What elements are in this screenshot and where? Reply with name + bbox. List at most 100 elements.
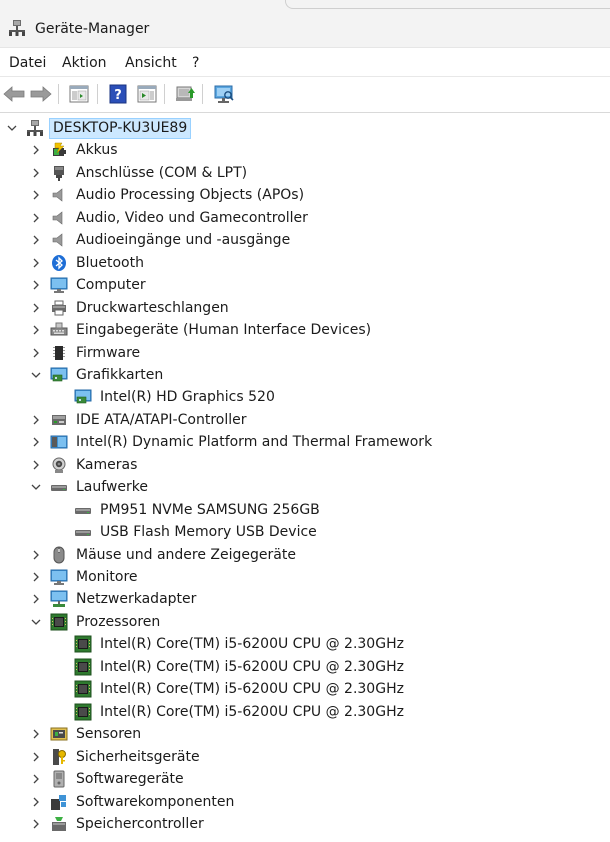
- chevron-right-icon[interactable]: [28, 142, 44, 158]
- chevron-right-icon[interactable]: [28, 591, 44, 607]
- title-bar-edge: [285, 0, 610, 9]
- tree-category[interactable]: Laufwerke: [0, 476, 610, 498]
- tree-item-label: Mäuse und andere Zeigegeräte: [76, 546, 296, 563]
- tree-category[interactable]: Audioeingänge und -ausgänge: [0, 229, 610, 251]
- tree-device[interactable]: PM951 NVMe SAMSUNG 256GB: [0, 499, 610, 521]
- toolbar-separator: [58, 84, 59, 104]
- mouse-icon: [50, 546, 68, 564]
- device-tree: DESKTOP-KU3UE89 Akkus Anschlüsse (COM & L…: [0, 116, 610, 842]
- forward-arrow-icon[interactable]: [29, 82, 53, 106]
- bluetooth-icon: [50, 254, 68, 272]
- tree-category[interactable]: Druckwarteschlangen: [0, 297, 610, 319]
- chevron-down-icon[interactable]: [28, 479, 44, 495]
- chevron-right-icon[interactable]: [28, 412, 44, 428]
- tree-category[interactable]: Grafikkarten: [0, 364, 610, 386]
- tree-category[interactable]: Firmware: [0, 342, 610, 364]
- tree-category[interactable]: Audio Processing Objects (APOs): [0, 184, 610, 206]
- tree-category[interactable]: Akkus: [0, 139, 610, 161]
- chevron-right-icon[interactable]: [28, 277, 44, 293]
- tree-device[interactable]: Intel(R) HD Graphics 520: [0, 386, 610, 408]
- chevron-right-icon[interactable]: [28, 255, 44, 271]
- chevron-right-icon[interactable]: [28, 726, 44, 742]
- svg-text:?: ?: [114, 88, 122, 103]
- tree-category[interactable]: Monitore: [0, 566, 610, 588]
- chevron-right-icon[interactable]: [28, 569, 44, 585]
- chevron-right-icon[interactable]: [28, 457, 44, 473]
- tree-device[interactable]: Intel(R) Core(TM) i5-6200U CPU @ 2.30GHz: [0, 656, 610, 678]
- chevron-right-icon[interactable]: [28, 749, 44, 765]
- tree-category[interactable]: IDE ATA/ATAPI-Controller: [0, 409, 610, 431]
- chevron-right-icon[interactable]: [28, 345, 44, 361]
- chevron-down-icon[interactable]: [28, 614, 44, 630]
- chevron-right-icon[interactable]: [28, 165, 44, 181]
- tree-category[interactable]: Sicherheitsgeräte: [0, 746, 610, 768]
- tree-device[interactable]: USB Flash Memory USB Device: [0, 521, 610, 543]
- tree-device[interactable]: Intel(R) Core(TM) i5-6200U CPU @ 2.30GHz: [0, 633, 610, 655]
- tree-device[interactable]: Intel(R) Core(TM) i5-6200U CPU @ 2.30GHz: [0, 701, 610, 723]
- processor-icon: [74, 658, 92, 676]
- chevron-right-icon[interactable]: [28, 210, 44, 226]
- tree-category[interactable]: Kameras: [0, 454, 610, 476]
- tree-item-label: Audio Processing Objects (APOs): [76, 187, 305, 204]
- tree-item-label: Speichercontroller: [76, 815, 204, 832]
- chevron-right-icon[interactable]: [28, 794, 44, 810]
- title-bar: Geräte-Manager: [0, 0, 610, 48]
- printer-icon: [50, 299, 68, 317]
- tree-item-label: Intel(R) Dynamic Platform and Thermal Fr…: [76, 434, 433, 451]
- tree-item-label: Softwaregeräte: [76, 771, 184, 788]
- console-tree-icon[interactable]: [67, 82, 91, 106]
- tree-category[interactable]: Mäuse und andere Zeigegeräte: [0, 544, 610, 566]
- system-folder-icon: [50, 433, 68, 451]
- drive-icon: [74, 501, 92, 519]
- menu-datei[interactable]: Datei: [9, 55, 46, 71]
- tree-category[interactable]: Sensoren: [0, 723, 610, 745]
- tree-root[interactable]: DESKTOP-KU3UE89: [0, 117, 610, 139]
- monitor-icon: [50, 568, 68, 586]
- tree-category[interactable]: Prozessoren: [0, 611, 610, 633]
- port-icon: [50, 164, 68, 182]
- chevron-right-icon[interactable]: [28, 771, 44, 787]
- tree-category[interactable]: Audio, Video und Gamecontroller: [0, 207, 610, 229]
- monitor-icon: [50, 276, 68, 294]
- tree-item-label: Intel(R) Core(TM) i5-6200U CPU @ 2.30GHz: [100, 703, 404, 720]
- tree-category[interactable]: Speichercontroller: [0, 813, 610, 835]
- chevron-down-icon[interactable]: [4, 120, 20, 136]
- chevron-down-icon[interactable]: [28, 367, 44, 383]
- tree-item-label: Intel(R) HD Graphics 520: [100, 389, 275, 406]
- device-manager-icon: [8, 19, 26, 41]
- chevron-right-icon[interactable]: [28, 232, 44, 248]
- update-driver-icon[interactable]: [173, 82, 197, 106]
- tree-category[interactable]: Computer: [0, 274, 610, 296]
- tree-category[interactable]: Netzwerkadapter: [0, 588, 610, 610]
- tree-category[interactable]: Softwaregeräte: [0, 768, 610, 790]
- chevron-right-icon[interactable]: [28, 187, 44, 203]
- action-pane-icon[interactable]: [135, 82, 159, 106]
- menu-help[interactable]: ?: [192, 55, 199, 71]
- tree-category[interactable]: Intel(R) Dynamic Platform and Thermal Fr…: [0, 431, 610, 453]
- storage-controller-icon: [50, 815, 68, 833]
- chevron-right-icon[interactable]: [28, 322, 44, 338]
- help-icon[interactable]: ?: [106, 82, 130, 106]
- tree-category[interactable]: Eingabegeräte (Human Interface Devices): [0, 319, 610, 341]
- tree-item-label: Softwarekomponenten: [76, 793, 235, 810]
- tree-device[interactable]: Intel(R) Core(TM) i5-6200U CPU @ 2.30GHz: [0, 678, 610, 700]
- tree-category[interactable]: Softwarekomponenten: [0, 791, 610, 813]
- tree-category[interactable]: Bluetooth: [0, 252, 610, 274]
- display-adapter-icon: [50, 366, 68, 384]
- tree-item-label: Laufwerke: [76, 479, 148, 496]
- chip-icon: [50, 344, 68, 362]
- chevron-right-icon[interactable]: [28, 816, 44, 832]
- tree-category[interactable]: Anschlüsse (COM & LPT): [0, 162, 610, 184]
- chevron-right-icon[interactable]: [28, 434, 44, 450]
- menu-aktion[interactable]: Aktion: [62, 55, 107, 71]
- menu-ansicht[interactable]: Ansicht: [125, 55, 177, 71]
- scan-hardware-icon[interactable]: [212, 82, 236, 106]
- chevron-right-icon[interactable]: [28, 547, 44, 563]
- chevron-right-icon[interactable]: [28, 300, 44, 316]
- display-adapter-icon: [74, 388, 92, 406]
- tree-item-label: Intel(R) Core(TM) i5-6200U CPU @ 2.30GHz: [100, 636, 404, 653]
- network-icon: [50, 590, 68, 608]
- menu-bar: Datei Aktion Ansicht ?: [0, 48, 610, 77]
- processor-icon: [74, 635, 92, 653]
- back-arrow-icon[interactable]: [2, 82, 26, 106]
